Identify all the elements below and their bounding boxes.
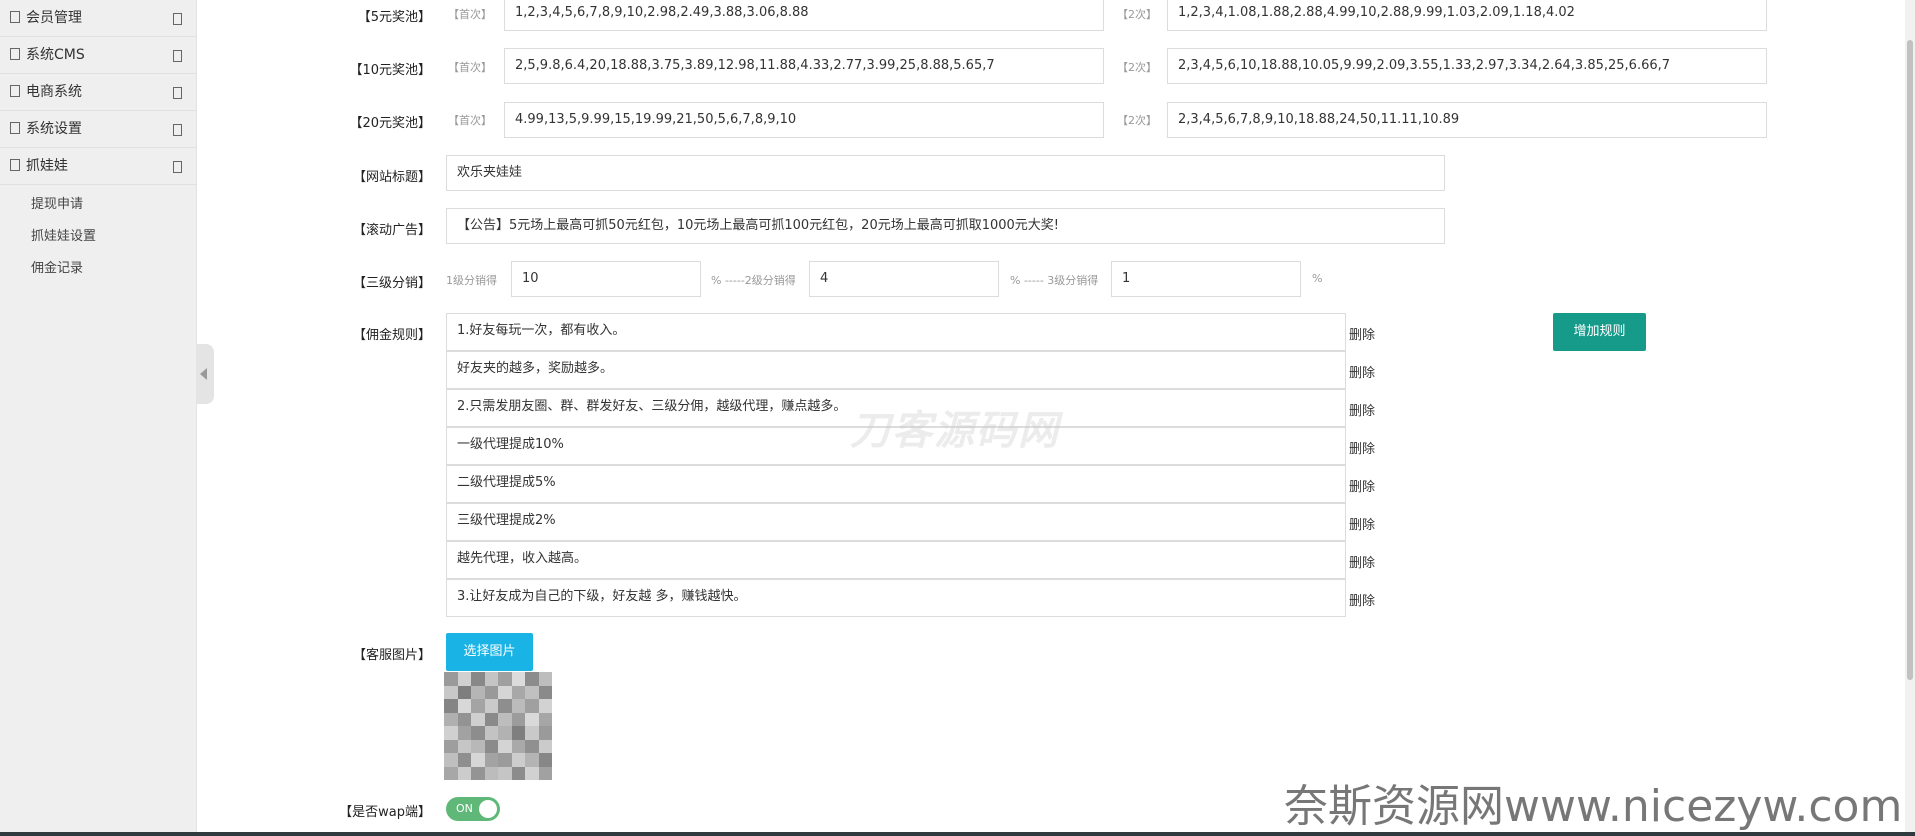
hint-percent: % bbox=[1312, 272, 1323, 285]
menu-item-claw[interactable]: 抓娃娃 bbox=[0, 148, 196, 185]
delete-rule-button[interactable]: 删除 bbox=[1349, 324, 1375, 343]
input-level1[interactable]: 10 bbox=[511, 261, 701, 297]
delete-rule-button[interactable]: 删除 bbox=[1349, 590, 1375, 609]
scrollbar-thumb[interactable] bbox=[1907, 40, 1913, 680]
input-level2[interactable]: 4 bbox=[809, 261, 999, 297]
input-pool5-second[interactable]: 1,2,3,4,1.08,1.88,2.88,4.99,10,2.88,9.99… bbox=[1167, 0, 1767, 31]
menu-icon bbox=[10, 11, 20, 23]
input-scroll-ad[interactable]: 【公告】5元场上最高可抓50元红包，10元场上最高可抓100元红包，20元场上最… bbox=[446, 208, 1445, 244]
wap-toggle[interactable]: ON bbox=[446, 797, 500, 821]
sidebar-collapse-button[interactable] bbox=[196, 344, 214, 404]
label-pool5: 【5元奖池】 bbox=[357, 10, 431, 25]
watermark-center: 刀客源码网 bbox=[850, 408, 1060, 454]
input-pool10-first[interactable]: 2,5,9.8,6.4,20,18.88,3.75,3.89,12.98,11.… bbox=[504, 48, 1104, 84]
delete-rule-button[interactable]: 删除 bbox=[1349, 476, 1375, 495]
submenu-item-withdraw[interactable]: 提现申请 bbox=[0, 189, 196, 221]
label-distribution: 【三级分销】 bbox=[352, 276, 431, 291]
label-pool10: 【10元奖池】 bbox=[349, 63, 431, 78]
add-rule-button[interactable]: 增加规则 bbox=[1553, 313, 1646, 351]
input-pool20-first[interactable]: 4.99,13,5,9.99,15,19.99,21,50,5,6,7,8,9,… bbox=[504, 102, 1104, 138]
menu-item-cms[interactable]: 系统CMS bbox=[0, 37, 196, 74]
label-commission: 【佣金规则】 bbox=[352, 328, 431, 343]
menu-icon bbox=[10, 122, 20, 134]
hint-pool5-second: 【2次】 bbox=[1117, 8, 1157, 21]
watermark-bottom-right: 奈斯资源网www.nicezyw.com bbox=[1284, 781, 1903, 832]
label-wap: 【是否wap端】 bbox=[339, 805, 431, 820]
delete-rule-button[interactable]: 删除 bbox=[1349, 362, 1375, 381]
hint-pool20-first: 【首次】 bbox=[448, 114, 492, 127]
hint-pool5-first: 【首次】 bbox=[448, 8, 492, 21]
submenu-claw: 提现申请 抓娃娃设置 佣金记录 bbox=[0, 185, 196, 285]
input-rule[interactable]: 越先代理，收入越高。 bbox=[446, 541, 1346, 579]
expand-icon bbox=[173, 124, 182, 136]
hint-level2: % -----2级分销得 bbox=[711, 274, 796, 287]
input-pool5-first[interactable]: 1,2,3,4,5,6,7,8,9,10,2.98,2.49,3.88,3.06… bbox=[504, 0, 1104, 31]
menu-item-settings[interactable]: 系统设置 bbox=[0, 111, 196, 148]
menu-icon bbox=[10, 85, 20, 97]
toggle-state-text: ON bbox=[456, 802, 473, 815]
delete-rule-button[interactable]: 删除 bbox=[1349, 438, 1375, 457]
menu-label: 抓娃娃 bbox=[26, 158, 68, 174]
service-qr-image bbox=[444, 672, 552, 780]
menu-icon bbox=[10, 48, 20, 60]
hint-pool10-second: 【2次】 bbox=[1117, 61, 1157, 74]
label-pool20: 【20元奖池】 bbox=[349, 116, 431, 131]
submenu-item-claw-settings[interactable]: 抓娃娃设置 bbox=[0, 221, 196, 253]
input-level3[interactable]: 1 bbox=[1111, 261, 1301, 297]
expand-icon bbox=[173, 87, 182, 99]
input-rule[interactable]: 好友夹的越多，奖励越多。 bbox=[446, 351, 1346, 389]
menu-label: 会员管理 bbox=[26, 10, 82, 26]
hint-pool10-first: 【首次】 bbox=[448, 61, 492, 74]
submenu-item-commission-records[interactable]: 佣金记录 bbox=[0, 253, 196, 285]
menu-label: 电商系统 bbox=[26, 84, 82, 100]
input-site-title[interactable]: 欢乐夹娃娃 bbox=[446, 155, 1445, 191]
expand-icon bbox=[173, 50, 182, 62]
expand-icon bbox=[173, 161, 182, 173]
menu-item-member[interactable]: 会员管理 bbox=[0, 0, 196, 37]
label-service-image: 【客服图片】 bbox=[352, 648, 431, 663]
toggle-knob bbox=[479, 800, 497, 818]
menu-item-ecommerce[interactable]: 电商系统 bbox=[0, 74, 196, 111]
hint-pool20-second: 【2次】 bbox=[1117, 114, 1157, 127]
input-rule[interactable]: 二级代理提成5% bbox=[446, 465, 1346, 503]
sidebar: 会员管理 系统CMS 电商系统 系统设置 抓娃娃 提现申请 抓娃娃设置 佣金记录 bbox=[0, 0, 197, 836]
delete-rule-button[interactable]: 删除 bbox=[1349, 514, 1375, 533]
input-pool20-second[interactable]: 2,3,4,5,6,7,8,9,10,18.88,24,50,11.11,10.… bbox=[1167, 102, 1767, 138]
bottom-bar bbox=[0, 832, 1915, 836]
expand-icon bbox=[173, 13, 182, 25]
choose-image-button[interactable]: 选择图片 bbox=[446, 633, 533, 671]
menu-icon bbox=[10, 159, 20, 171]
label-site-title: 【网站标题】 bbox=[352, 170, 431, 185]
hint-level3: % ----- 3级分销得 bbox=[1010, 274, 1099, 287]
hint-level1: 1级分销得 bbox=[446, 274, 497, 287]
menu-label: 系统设置 bbox=[26, 121, 82, 137]
scrollbar[interactable] bbox=[1905, 0, 1915, 836]
input-rule[interactable]: 1.好友每玩一次，都有收入。 bbox=[446, 313, 1346, 351]
label-scroll-ad: 【滚动广告】 bbox=[352, 223, 431, 238]
input-pool10-second[interactable]: 2,3,4,5,6,10,18.88,10.05,9.99,2.09,3.55,… bbox=[1167, 48, 1767, 84]
input-rule[interactable]: 3.让好友成为自己的下级，好友越 多，赚钱越快。 bbox=[446, 579, 1346, 617]
delete-rule-button[interactable]: 删除 bbox=[1349, 552, 1375, 571]
delete-rule-button[interactable]: 删除 bbox=[1349, 400, 1375, 419]
menu-label: 系统CMS bbox=[26, 47, 85, 63]
input-rule[interactable]: 三级代理提成2% bbox=[446, 503, 1346, 541]
